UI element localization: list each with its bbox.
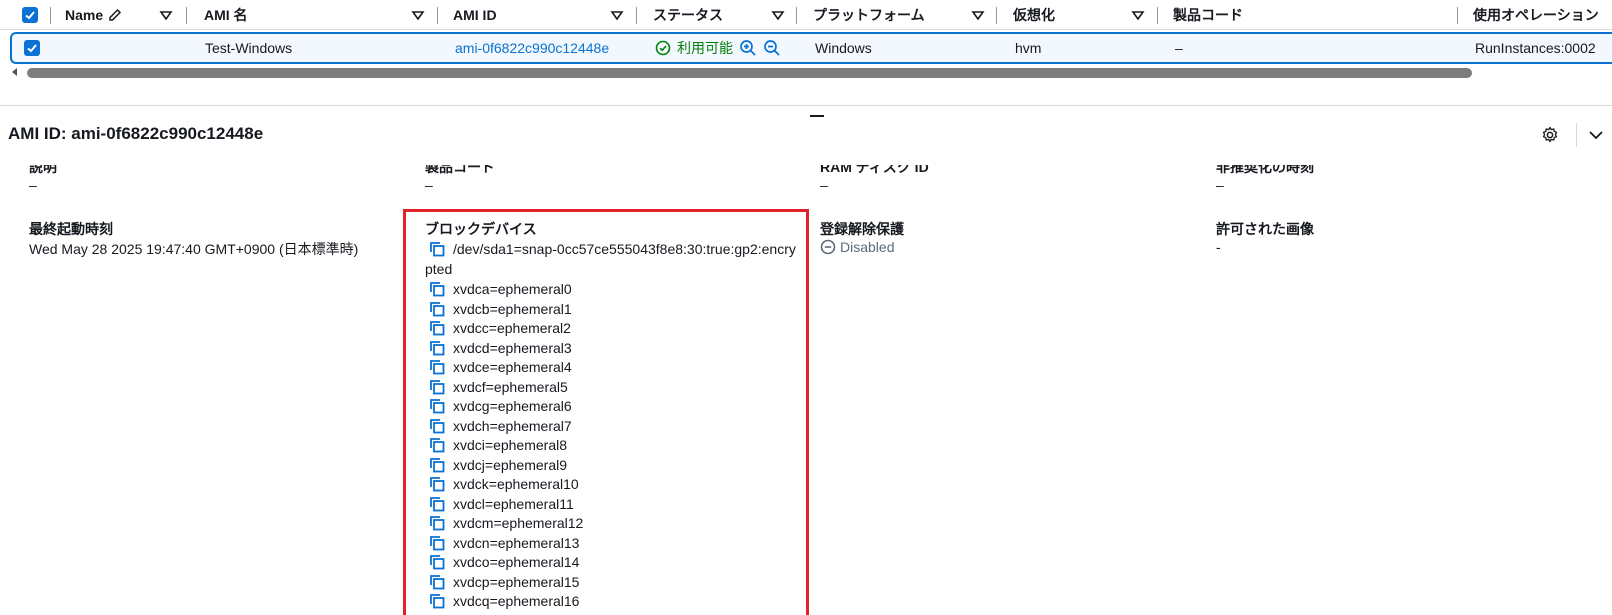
ramdisk-id-label: RAM ディスク ID [820,165,929,175]
product-code-value: – [425,177,433,193]
column-header-status[interactable]: ステータス [653,0,723,30]
last-launched-value: Wed May 28 2025 19:47:40 GMT+0900 (日本標準時… [29,241,359,257]
sort-caret-icon[interactable] [771,8,785,22]
deregistration-protection-label: 登録解除保護 [820,221,904,237]
status-label: 利用可能 [677,40,733,56]
pencil-icon [109,8,122,21]
description-label: 説明 [29,165,57,175]
column-header-platform[interactable]: プラットフォーム [813,0,925,30]
column-header-ami-name[interactable]: AMI 名 [204,0,248,30]
split-panel-divider [0,90,1612,106]
column-header-usage-operation[interactable]: 使用オペレーション [1473,0,1599,30]
select-all-checkbox[interactable] [22,7,38,23]
table-row[interactable]: Test-Windows ami-0f6822c990c12448e 利用可能 … [10,32,1612,64]
product-code-label: 製品コード [425,165,495,175]
cell-virtualization: hvm [1015,40,1042,56]
cell-product-code: – [1175,40,1183,56]
disabled-icon [820,239,836,255]
split-panel-handle[interactable] [810,115,824,117]
column-header-ami-id[interactable]: AMI ID [453,0,497,30]
scroll-left-arrow[interactable] [12,68,17,76]
sort-caret-icon[interactable] [159,8,173,22]
check-icon [27,44,37,53]
cell-platform: Windows [815,40,872,56]
zoom-out-icon[interactable] [763,39,781,57]
allowed-image-value: - [1216,239,1221,255]
details-body: 説明 – 製品コード – RAM ディスク ID – 非推奨化の時刻 – 最終起… [0,165,1612,615]
check-circle-icon [655,40,671,56]
table-header: Name AMI 名 AMI ID ステータス プラットフォーム 仮想化 製品コ… [0,0,1612,30]
ramdisk-id-value: – [820,177,828,193]
allowed-image-label: 許可された画像 [1216,221,1314,237]
cell-usage-operation: RunInstances:0002 [1475,40,1596,56]
description-value: – [29,177,37,193]
cell-status: 利用可能 [655,34,781,62]
deprecation-time-label: 非推奨化の時刻 [1216,165,1314,175]
sort-caret-icon[interactable] [610,8,624,22]
horizontal-scrollbar[interactable] [27,68,1472,78]
deprecation-time-value: – [1216,177,1224,193]
column-header-virtualization[interactable]: 仮想化 [1013,0,1055,30]
sort-caret-icon[interactable] [411,8,425,22]
last-launched-label: 最終起動時刻 [29,221,113,237]
column-header-name[interactable]: Name [65,0,123,30]
cell-ami-name: Test-Windows [205,40,293,56]
chevron-down-icon[interactable] [1588,128,1604,142]
zoom-in-icon[interactable] [739,39,757,57]
column-header-product-code[interactable]: 製品コード [1173,0,1243,30]
cell-ami-id-link[interactable]: ami-0f6822c990c12448e [455,34,609,62]
row-checkbox[interactable] [24,40,40,56]
highlight-box [403,209,809,615]
sort-caret-icon[interactable] [971,8,985,22]
gear-icon[interactable] [1541,126,1559,144]
sort-caret-icon[interactable] [1131,8,1145,22]
deregistration-protection-value: Disabled [820,239,894,255]
details-title: AMI ID: ami-0f6822c990c12448e [8,124,264,143]
check-icon [25,11,35,20]
